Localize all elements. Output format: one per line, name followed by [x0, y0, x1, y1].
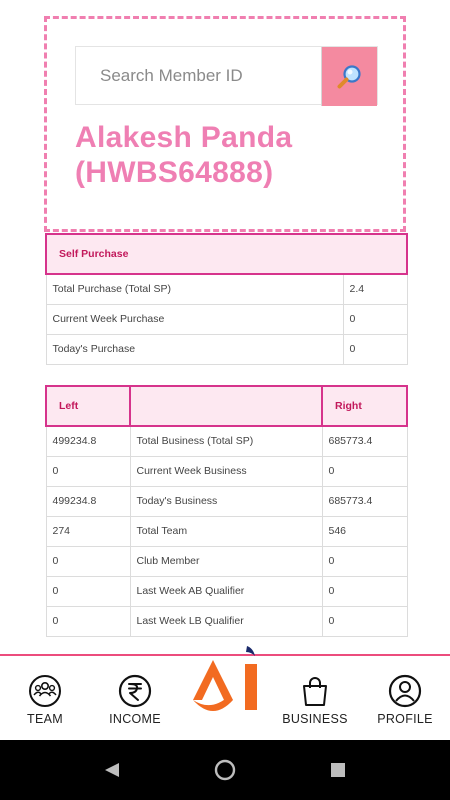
search-card: Alakesh Panda (HWBS64888) [44, 16, 406, 232]
table-row: 499234.8 Today's Business 685773.4 [45, 485, 408, 517]
self-purchase-table: Self Purchase Total Purchase (Total SP) … [44, 233, 409, 365]
right-value: 0 [321, 545, 408, 577]
row-label: Current Week Purchase [45, 303, 344, 335]
row-value: 2.4 [342, 273, 408, 305]
nav-income-label: INCOME [109, 712, 161, 726]
nav-business-label: BUSINESS [282, 712, 348, 726]
left-value: 0 [45, 455, 131, 487]
search-box [75, 46, 378, 106]
nav-profile-label: PROFILE [377, 712, 433, 726]
nav-business[interactable]: BUSINESS [275, 674, 355, 726]
self-purchase-header-row: Self Purchase [44, 233, 409, 275]
nav-income[interactable]: INCOME [95, 674, 175, 726]
search-input[interactable] [76, 47, 321, 104]
right-header: Right [321, 385, 408, 427]
rupee-icon [118, 674, 152, 708]
right-value: 685773.4 [321, 425, 408, 457]
home-icon[interactable] [214, 759, 236, 781]
left-value: 499234.8 [45, 425, 131, 457]
team-icon [29, 675, 61, 707]
table-row: 0 Last Week LB Qualifier 0 [45, 605, 408, 637]
right-value: 0 [321, 455, 408, 487]
magnifier-icon [337, 64, 361, 88]
member-id-line: (HWBS64888) [75, 156, 274, 189]
row-label: Total Business (Total SP) [129, 425, 323, 457]
table-row: Total Purchase (Total SP) 2.4 [45, 273, 408, 305]
member-name-line: Alakesh Panda [75, 121, 293, 154]
left-value: 0 [45, 575, 131, 607]
table-row: Current Week Purchase 0 [45, 303, 408, 335]
table-row: 0 Last Week AB Qualifier 0 [45, 575, 408, 607]
row-label: Club Member [129, 545, 323, 577]
member-dashboard: Alakesh Panda (HWBS64888) Self Purchase … [0, 0, 450, 800]
right-value: 685773.4 [321, 485, 408, 517]
right-value: 0 [321, 605, 408, 637]
nav-profile[interactable]: PROFILE [365, 674, 445, 726]
profile-icon [388, 674, 422, 708]
shopping-bag-icon [303, 677, 327, 706]
business-table: Left Right 499234.8 Total Business (Tota… [45, 385, 408, 637]
right-value: 0 [321, 575, 408, 607]
row-value: 0 [342, 333, 408, 365]
row-label: Total Purchase (Total SP) [45, 273, 344, 305]
back-icon[interactable] [103, 761, 121, 779]
table-row: Today's Purchase 0 [45, 333, 408, 365]
self-purchase-header: Self Purchase [44, 233, 409, 275]
left-value: 0 [45, 605, 131, 637]
middle-header [129, 385, 323, 427]
system-nav-bar [0, 740, 450, 800]
row-label: Today's Business [129, 485, 323, 517]
row-value: 0 [342, 303, 408, 335]
search-button[interactable] [321, 47, 377, 106]
table-row: 499234.8 Total Business (Total SP) 68577… [45, 425, 408, 457]
table-row: 0 Current Week Business 0 [45, 455, 408, 487]
table-row: 0 Club Member 0 [45, 545, 408, 577]
recents-icon[interactable] [330, 762, 346, 778]
brand-logo[interactable] [189, 640, 267, 726]
member-name: Alakesh Panda (HWBS64888) [75, 120, 395, 190]
business-header-row: Left Right [45, 385, 408, 427]
left-value: 499234.8 [45, 485, 131, 517]
left-header: Left [45, 385, 131, 427]
row-label: Current Week Business [129, 455, 323, 487]
right-value: 546 [321, 515, 408, 547]
left-value: 274 [45, 515, 131, 547]
left-value: 0 [45, 545, 131, 577]
table-row: 274 Total Team 546 [45, 515, 408, 547]
nav-team[interactable]: TEAM [5, 674, 85, 726]
bottom-nav: TEAM INCOME BUSINESS PROFILE [0, 646, 450, 740]
nav-team-label: TEAM [27, 712, 63, 726]
row-label: Total Team [129, 515, 323, 547]
row-label: Today's Purchase [45, 333, 344, 365]
row-label: Last Week LB Qualifier [129, 605, 323, 637]
row-label: Last Week AB Qualifier [129, 575, 323, 607]
